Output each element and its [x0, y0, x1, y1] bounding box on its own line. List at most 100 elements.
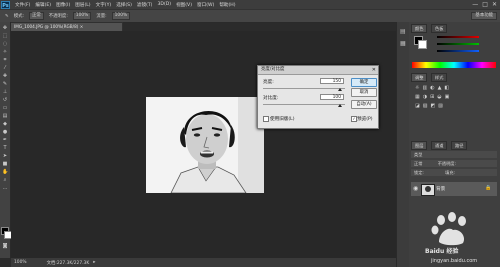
eyedropper-tool-icon[interactable]: ⁄ — [2, 66, 8, 71]
visibility-eye-icon[interactable]: ◉ — [413, 185, 418, 192]
menu-file[interactable]: 文件(F) — [15, 2, 30, 8]
menu-layer[interactable]: 图层(L) — [75, 2, 90, 8]
path-select-tool-icon[interactable]: ➤ — [2, 154, 8, 159]
quick-select-tool-icon[interactable]: ✧ — [2, 50, 8, 55]
document-image[interactable] — [146, 97, 264, 193]
marquee-tool-icon[interactable]: ⬚ — [2, 34, 8, 39]
adjustment-icons-row3[interactable]: ◪▧◩▨ — [415, 103, 446, 109]
adjustment-icons-row2[interactable]: ▦◑⊞◒▣ — [415, 94, 452, 100]
menu-select[interactable]: 选择(S) — [116, 2, 132, 8]
hand-tool-icon[interactable]: ✋ — [2, 170, 8, 175]
status-menu-icon[interactable]: ▸ — [93, 260, 95, 265]
properties-panel-icon[interactable]: ▦ — [400, 40, 406, 47]
mode-select[interactable]: 正常 — [28, 12, 44, 20]
menu-help[interactable]: 帮助(H) — [219, 2, 235, 8]
photoshop-logo: Ps — [1, 0, 10, 9]
menu-type[interactable]: 文字(Y) — [96, 2, 112, 8]
pen-tool-icon[interactable]: ✒ — [2, 138, 8, 143]
dodge-tool-icon[interactable]: ● — [2, 130, 8, 135]
history-panel-icon[interactable]: ▤ — [400, 28, 406, 35]
brightness-slider[interactable] — [263, 88, 345, 89]
watermark-brand: Baidu 经验 — [425, 248, 459, 255]
flow-label: 流量: — [96, 14, 107, 19]
crop-tool-icon[interactable]: ⌗ — [2, 58, 8, 63]
document-info: 文档:227.3K/227.3K — [46, 260, 90, 266]
quick-mask-icon[interactable]: ◙ — [2, 244, 8, 249]
brush-tool-icon[interactable]: ✎ — [2, 82, 8, 87]
minimize-button[interactable]: — — [472, 1, 478, 8]
type-tool-icon[interactable]: T — [2, 146, 8, 151]
shape-tool-icon[interactable]: ■ — [2, 162, 8, 167]
menu-edit[interactable]: 编辑(E) — [35, 2, 51, 8]
move-tool-icon[interactable]: ✥ — [2, 26, 8, 31]
brightness-slider-thumb[interactable] — [338, 88, 342, 91]
layer-opacity-label: 不透明度: — [437, 161, 456, 166]
lasso-tool-icon[interactable]: ◌ — [2, 42, 8, 47]
tab-adjustments[interactable]: 调整 — [411, 73, 428, 82]
contrast-slider-thumb[interactable] — [338, 104, 342, 107]
mode-label: 模式: — [13, 14, 24, 19]
eraser-tool-icon[interactable]: ▭ — [2, 106, 8, 111]
tab-swatches[interactable]: 色板 — [431, 24, 448, 33]
lock-label: 锁定: — [414, 170, 424, 175]
layer-row-background[interactable]: ◉ 背景 🔒 — [411, 182, 497, 196]
legacy-checkbox[interactable] — [263, 116, 269, 122]
contrast-label: 对比度: — [263, 96, 279, 101]
layer-blend-row: 正常 不透明度: — [411, 160, 497, 167]
menu-image[interactable]: 图像(I) — [56, 2, 70, 8]
blue-slider[interactable] — [437, 50, 479, 52]
dialog-title: 亮度/对比度 — [258, 66, 378, 75]
tools-panel: ✥ ⬚ ◌ ✧ ⌗ ⁄ ✚ ✎ ⊥ ↺ ▭ ▤ ◆ ● ✒ T ➤ ■ ✋ ⌕ … — [0, 22, 12, 258]
tab-color[interactable]: 颜色 — [411, 24, 428, 33]
menu-window[interactable]: 窗口(W) — [197, 2, 214, 8]
stamp-tool-icon[interactable]: ⊥ — [2, 90, 8, 95]
opacity-input[interactable]: 100% — [72, 12, 92, 20]
cancel-button[interactable]: 取消 — [351, 88, 377, 97]
legacy-label: 使用旧版(L) — [270, 117, 295, 122]
menu-bar: Ps 文件(F) 编辑(E) 图像(I) 图层(L) 文字(Y) 选择(S) 滤… — [0, 0, 500, 9]
tab-styles[interactable]: 样式 — [431, 73, 448, 82]
healing-tool-icon[interactable]: ✚ — [2, 74, 8, 79]
watermark-url: jingyan.baidu.com — [431, 258, 478, 264]
auto-button[interactable]: 自动(A) — [351, 100, 377, 109]
color-bg-swatch[interactable] — [418, 40, 427, 49]
opacity-label: 不透明度: — [48, 14, 68, 19]
maximize-button[interactable]: □ — [482, 1, 488, 8]
status-bar: 100% 文档:227.3K/227.3K ▸ — [11, 258, 396, 267]
dialog-close-button[interactable]: ✕ — [372, 66, 376, 74]
history-brush-tool-icon[interactable]: ↺ — [2, 98, 8, 103]
zoom-level[interactable]: 100% — [14, 260, 27, 265]
zoom-tool-icon[interactable]: ⌕ — [2, 178, 8, 183]
layer-filter-row[interactable]: 类型 — [411, 151, 497, 158]
brightness-contrast-dialog: 亮度/对比度 ✕ 亮度: 150 对比度: 100 使用旧版(L) 确定 取消 … — [257, 65, 379, 129]
kind-filter[interactable]: 类型 — [414, 152, 422, 157]
blur-tool-icon[interactable]: ◆ — [2, 122, 8, 127]
close-button[interactable]: ✕ — [492, 1, 497, 8]
brightness-label: 亮度: — [263, 80, 274, 85]
workspace-select[interactable]: 基本功能 — [471, 12, 497, 20]
tab-channels[interactable]: 通道 — [431, 141, 448, 150]
gradient-tool-icon[interactable]: ▤ — [2, 114, 8, 119]
layer-name[interactable]: 背景 — [436, 186, 445, 192]
color-spectrum[interactable] — [412, 62, 496, 68]
portrait-photo — [146, 97, 264, 193]
green-slider[interactable] — [437, 43, 479, 45]
flow-input[interactable]: 100% — [111, 12, 131, 20]
window-controls: — □ ✕ — [472, 1, 497, 8]
brightness-input[interactable]: 150 — [320, 78, 344, 84]
layer-lock-icon: 🔒 — [485, 185, 492, 191]
blend-mode-select[interactable]: 正常 — [414, 161, 422, 166]
adjustment-icons-row1[interactable]: ☼▥◐▲◧ — [415, 85, 452, 91]
menu-filter[interactable]: 滤镜(T) — [137, 2, 153, 8]
red-slider[interactable] — [437, 36, 479, 38]
tab-layers[interactable]: 图层 — [411, 141, 428, 150]
layer-thumbnail — [421, 184, 435, 196]
more-tools-icon[interactable]: … — [2, 186, 8, 191]
tab-paths[interactable]: 路径 — [451, 141, 468, 150]
contrast-slider[interactable] — [263, 104, 345, 105]
brush-tool-icon[interactable]: ✎ — [5, 14, 9, 19]
ok-button[interactable]: 确定 — [351, 78, 377, 87]
menu-3d[interactable]: 3D(D) — [157, 2, 171, 7]
contrast-input[interactable]: 100 — [320, 94, 344, 100]
menu-view[interactable]: 视图(V) — [176, 2, 192, 8]
